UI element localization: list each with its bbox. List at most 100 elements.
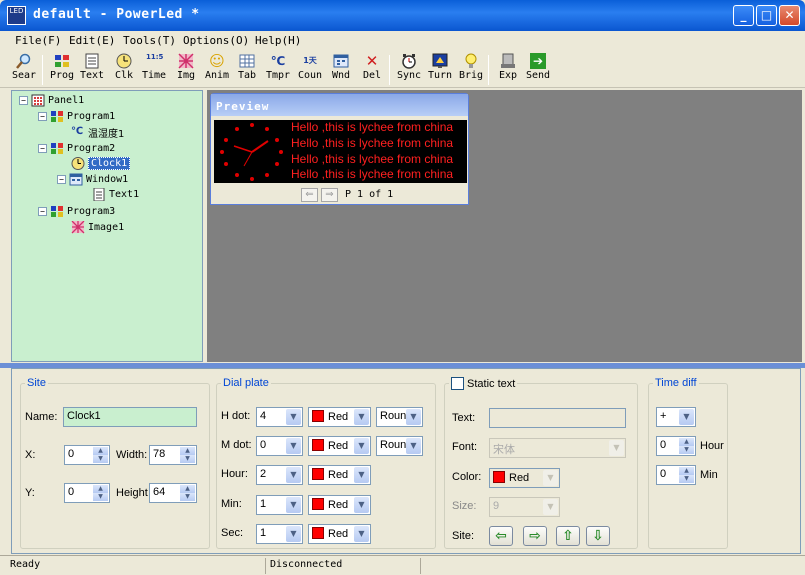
collapse-icon[interactable]: − [19, 96, 28, 105]
height-spinner[interactable]: 64 ▲ ▼ [149, 483, 197, 503]
menu-edit[interactable]: Edit(E) [69, 34, 115, 47]
collapse-icon[interactable]: − [38, 144, 47, 153]
window-title: default - PowerLed * [33, 7, 200, 22]
temperature-button[interactable]: ℃ Tmpr [263, 53, 293, 87]
dial-plate-legend: Dial plate [223, 377, 269, 389]
chevron-down-icon: ▼ [354, 438, 369, 454]
hour-diff-spinner[interactable]: 0 ▲ ▼ [656, 436, 696, 456]
tree-node-window1[interactable]: − Window1 [57, 173, 128, 186]
color-label: Color: [452, 471, 482, 483]
h-dot-size-select[interactable]: 4 ▼ [256, 407, 303, 427]
collapse-icon[interactable]: − [38, 207, 47, 216]
name-field[interactable]: Clock1 [63, 407, 197, 427]
counter-button[interactable]: 1天 Coun [295, 53, 325, 87]
turn-button[interactable]: Turn [425, 53, 455, 87]
menu-file[interactable]: File(F) [15, 34, 61, 47]
spin-up-icon[interactable]: ▲ [93, 447, 108, 455]
chevron-down-icon: ▼ [609, 440, 624, 456]
move-down-button[interactable]: ⇩ [586, 526, 610, 546]
min-hand-color-select[interactable]: Red ▼ [308, 495, 371, 515]
spin-up-icon[interactable]: ▲ [679, 438, 694, 446]
spin-down-icon[interactable]: ▼ [93, 455, 108, 463]
chevron-down-icon: ▼ [406, 438, 421, 454]
static-text-checkbox[interactable] [451, 377, 464, 390]
spin-up-icon[interactable]: ▲ [93, 485, 108, 493]
tree-node-temperature1[interactable]: ℃ 温湿度1 [71, 125, 124, 140]
tree-node-program1[interactable]: − Program1 [38, 110, 115, 123]
font-select[interactable]: 宋体 ▼ [489, 438, 626, 458]
move-up-button[interactable]: ⇧ [556, 526, 580, 546]
tree-node-text1[interactable]: Text1 [92, 187, 139, 202]
size-select[interactable]: 9 ▼ [489, 497, 560, 517]
y-spinner[interactable]: 0 ▲ ▼ [64, 483, 110, 503]
x-spinner[interactable]: 0 ▲ ▼ [64, 445, 110, 465]
spin-down-icon[interactable]: ▼ [93, 493, 108, 501]
hour-hand-color-select[interactable]: Red ▼ [308, 465, 371, 485]
sync-button[interactable]: Sync [394, 53, 424, 87]
spin-down-icon[interactable]: ▼ [180, 493, 195, 501]
chevron-down-icon: ▼ [543, 499, 558, 515]
counter-icon: 1天 [303, 56, 317, 65]
window-button[interactable]: Wnd [326, 53, 356, 87]
text-label: Text: [452, 412, 476, 424]
text-button[interactable]: Text [77, 53, 107, 87]
time-button[interactable]: 11:5 Time [139, 53, 169, 87]
send-button[interactable]: ➔ Send [523, 53, 553, 87]
menu-tools[interactable]: Tools(T) [123, 34, 176, 47]
move-right-button[interactable]: ⇨ [523, 526, 547, 546]
min-diff-spinner[interactable]: 0 ▲ ▼ [656, 465, 696, 485]
spin-up-icon[interactable]: ▲ [180, 485, 195, 493]
collapse-icon[interactable]: − [57, 175, 66, 184]
clock-button[interactable]: Clk [109, 53, 139, 87]
menu-options[interactable]: Options(O) [183, 34, 249, 47]
chevron-down-icon: ▼ [406, 409, 421, 425]
time-diff-sign-select[interactable]: + ▼ [656, 407, 696, 427]
close-button[interactable]: ✕ [779, 5, 800, 26]
sec-hand-width-select[interactable]: 1 ▼ [256, 524, 303, 544]
sec-hand-color-select[interactable]: Red ▼ [308, 524, 371, 544]
image-button[interactable]: Img [171, 53, 201, 87]
animation-button[interactable]: ☺ Anim [202, 53, 232, 87]
h-dot-color-select[interactable]: Red ▼ [308, 407, 371, 427]
delete-button[interactable]: ✕ Del [357, 53, 387, 87]
tree-node-clock1[interactable]: Clock1 [71, 157, 131, 170]
brightness-button[interactable]: Brig [456, 53, 486, 87]
spin-down-icon[interactable]: ▼ [679, 475, 694, 483]
prev-page-button[interactable]: ⇐ [301, 188, 318, 202]
spin-down-icon[interactable]: ▼ [180, 455, 195, 463]
collapse-icon[interactable]: − [38, 112, 47, 121]
maximize-button[interactable]: □ [756, 5, 777, 26]
static-text-field[interactable] [489, 408, 626, 428]
chevron-down-icon: ▼ [286, 526, 301, 542]
menu-help[interactable]: Help(H) [255, 34, 301, 47]
preview-window[interactable]: Preview Hello ,this is lychee from china… [210, 93, 469, 205]
m-dot-color-select[interactable]: Red ▼ [308, 436, 371, 456]
m-dot-size-select[interactable]: 0 ▼ [256, 436, 303, 456]
move-left-button[interactable]: ⇦ [489, 526, 513, 546]
tree-node-panel1[interactable]: − Panel1 [19, 94, 84, 107]
min-hand-width-select[interactable]: 1 ▼ [256, 495, 303, 515]
text-icon [92, 187, 106, 202]
table-button[interactable]: Tab [232, 53, 262, 87]
program-icon [54, 53, 70, 69]
export-button[interactable]: Exp [493, 53, 523, 87]
static-text-legend[interactable]: Static text [449, 377, 517, 390]
spin-down-icon[interactable]: ▼ [679, 446, 694, 454]
width-spinner[interactable]: 78 ▲ ▼ [149, 445, 197, 465]
tree-node-program3[interactable]: − Program3 [38, 205, 115, 218]
m-dot-shape-select[interactable]: Roun ▼ [376, 436, 423, 456]
sync-icon [401, 53, 417, 69]
spin-up-icon[interactable]: ▲ [180, 447, 195, 455]
tree-node-image1[interactable]: Image1 [71, 220, 124, 234]
search-button[interactable]: Sear [9, 53, 39, 87]
h-dot-shape-select[interactable]: Roun ▼ [376, 407, 423, 427]
program-tree[interactable]: − Panel1 − Program1 ℃ 温湿度1 − Program2 Cl… [11, 90, 203, 362]
spin-up-icon[interactable]: ▲ [679, 467, 694, 475]
menu-bar: File(F) Edit(E) Tools(T) Options(O) Help… [0, 31, 805, 51]
minimize-button[interactable]: _ [733, 5, 754, 26]
program-button[interactable]: Prog [47, 53, 77, 87]
next-page-button[interactable]: ⇒ [321, 188, 338, 202]
text-color-select[interactable]: Red ▼ [489, 468, 560, 488]
hour-hand-width-select[interactable]: 2 ▼ [256, 465, 303, 485]
tree-node-program2[interactable]: − Program2 [38, 142, 115, 155]
